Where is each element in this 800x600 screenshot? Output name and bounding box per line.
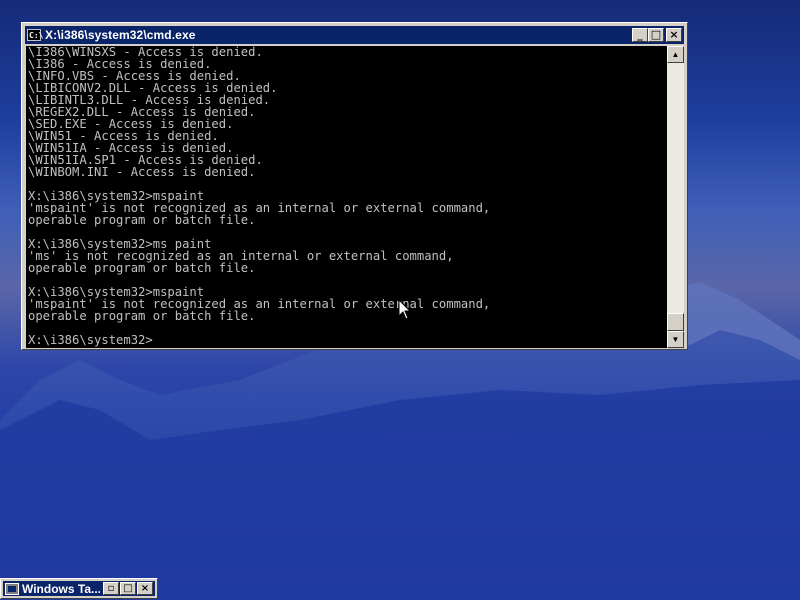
minimize-button[interactable]: _ (632, 28, 648, 42)
maximize-button[interactable]: □ (648, 28, 664, 42)
minimized-window[interactable]: Windows Ta... ▫ □ × (0, 578, 158, 599)
cmd-window[interactable]: C:\ X:\i386\system32\cmd.exe _ □ × \I386… (21, 22, 688, 350)
vertical-scrollbar[interactable]: ▲ ▼ (667, 46, 684, 348)
console-line: \WINBOM.INI - Access is denied. (28, 165, 256, 179)
close-button[interactable]: × (137, 582, 153, 595)
scroll-thumb[interactable] (667, 313, 684, 331)
minimized-window-title: Windows Ta... (22, 581, 100, 596)
minimized-window-titlebar[interactable]: Windows Ta... ▫ □ × (3, 581, 155, 596)
maximize-button[interactable]: □ (120, 582, 136, 595)
scroll-down-button[interactable]: ▼ (667, 331, 684, 348)
scroll-up-button[interactable]: ▲ (667, 46, 684, 63)
console-line: operable program or batch file. (28, 213, 256, 227)
restore-button[interactable]: ▫ (103, 582, 119, 595)
console-line: operable program or batch file. (28, 261, 256, 275)
title-bar[interactable]: C:\ X:\i386\system32\cmd.exe _ □ × (25, 26, 684, 44)
console-app-icon[interactable]: C:\ (27, 29, 43, 41)
mouse-cursor-icon (398, 299, 412, 320)
console-line: X:\i386\system32> (28, 333, 153, 347)
console-line: operable program or batch file. (28, 309, 256, 323)
console-output[interactable]: \I386\WINSXS - Access is denied. \I386 - … (26, 46, 667, 348)
window-app-icon (5, 582, 19, 595)
window-title: X:\i386\system32\cmd.exe (45, 28, 196, 42)
close-button[interactable]: × (666, 28, 682, 42)
